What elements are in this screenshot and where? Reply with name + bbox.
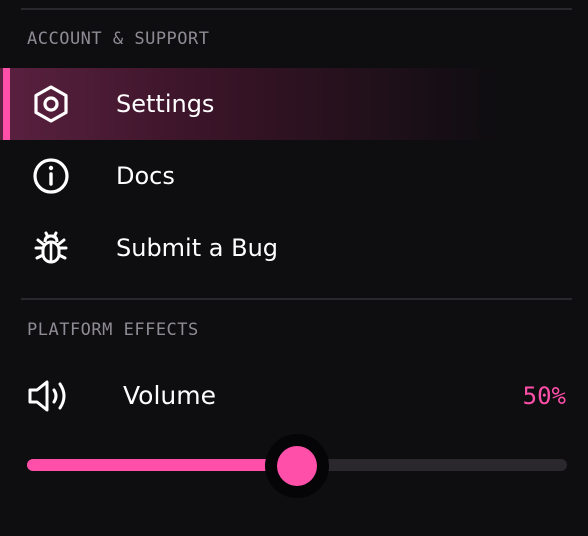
active-indicator — [3, 68, 10, 140]
slider-fill — [27, 459, 297, 471]
volume-slider[interactable] — [27, 434, 567, 498]
bug-icon — [29, 226, 73, 270]
nav-item-label: Settings — [116, 90, 215, 118]
volume-row: Volume 50% — [0, 365, 588, 427]
nav-item-label: Docs — [116, 162, 175, 190]
settings-hexagon-icon — [29, 82, 73, 126]
nav-item-docs[interactable]: Docs — [0, 140, 588, 212]
nav-item-submit-bug[interactable]: Submit a Bug — [0, 212, 588, 284]
nav-item-settings[interactable]: Settings — [0, 68, 588, 140]
top-divider — [21, 8, 572, 10]
volume-label: Volume — [123, 381, 216, 410]
section-title-account-support: ACCOUNT & SUPPORT — [27, 29, 210, 49]
info-icon — [29, 154, 73, 198]
slider-thumb[interactable] — [277, 446, 317, 486]
nav-item-label: Submit a Bug — [116, 234, 279, 262]
section-divider — [21, 298, 572, 300]
volume-value: 50% — [522, 382, 566, 410]
section-title-platform-effects: PLATFORM EFFECTS — [27, 320, 199, 340]
speaker-volume-icon[interactable] — [27, 377, 71, 415]
